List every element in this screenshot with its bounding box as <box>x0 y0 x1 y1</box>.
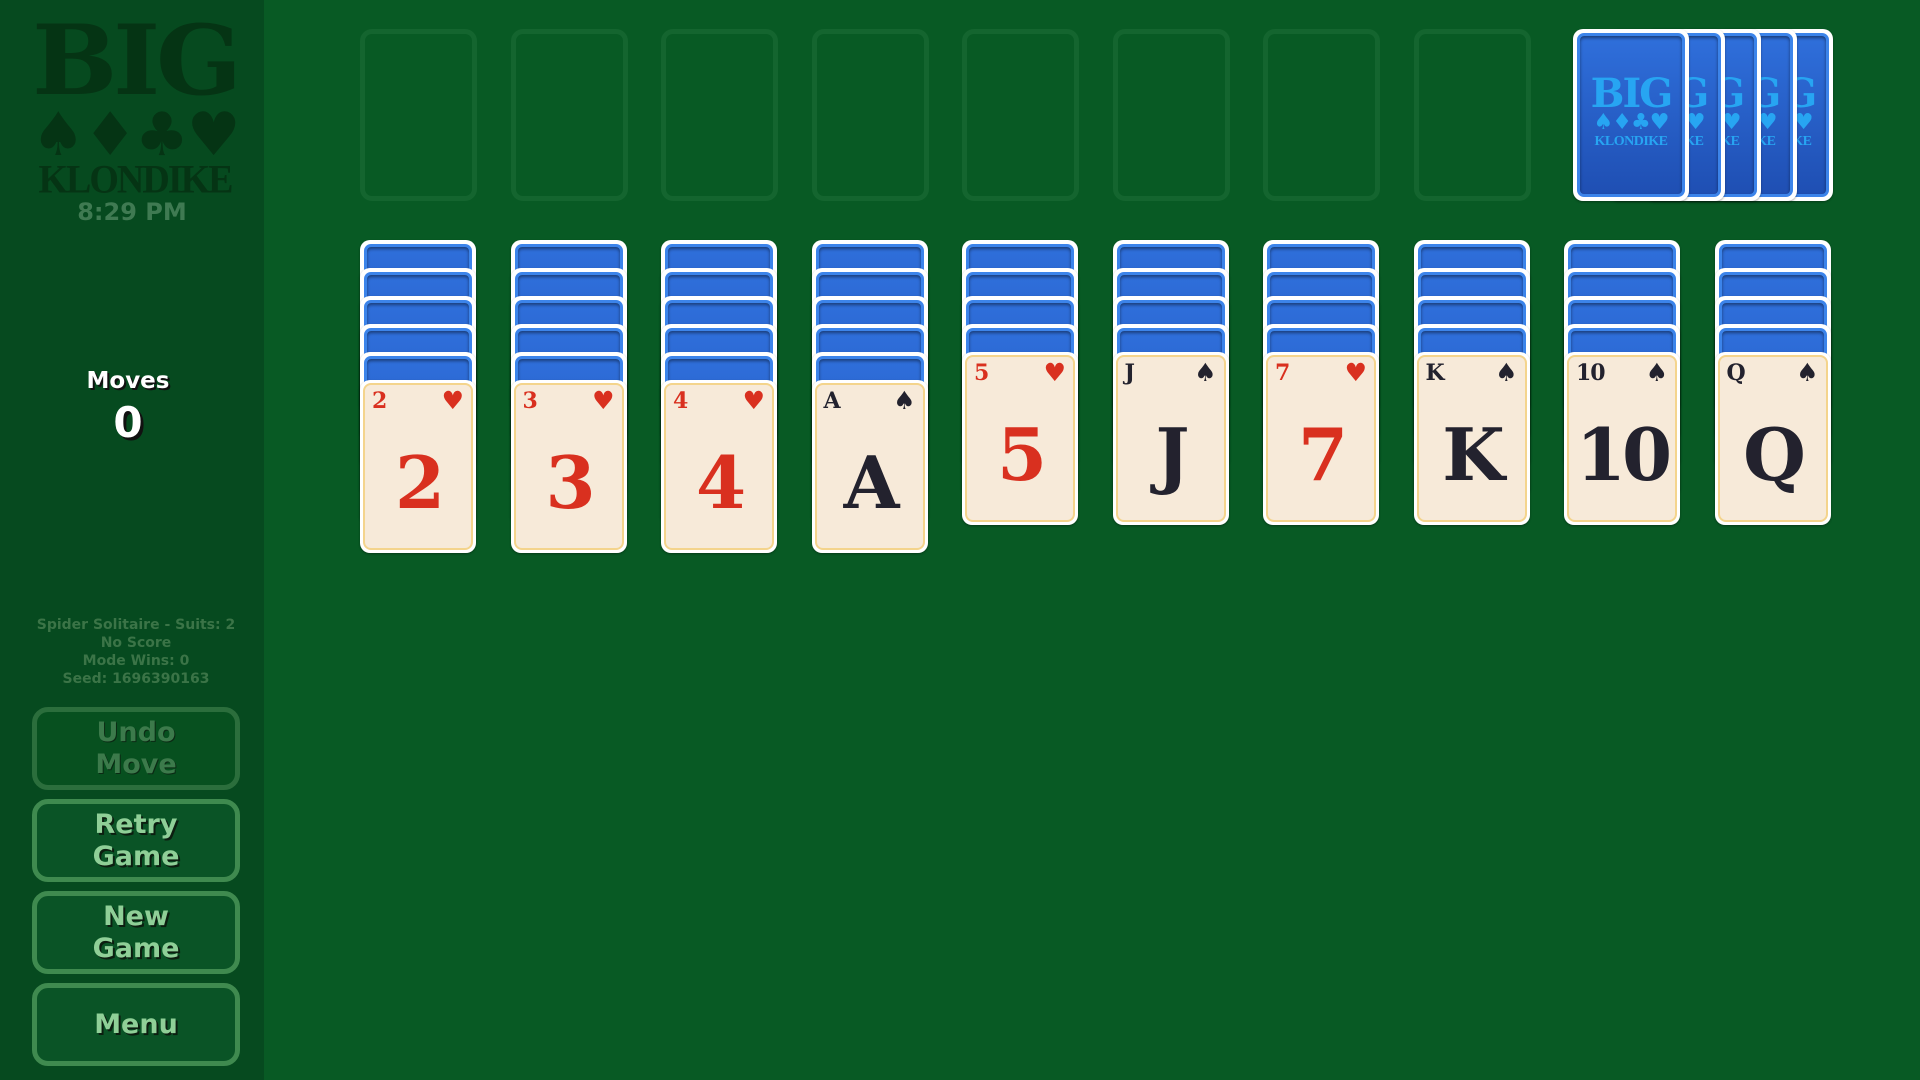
card-face: 3 ♥ 3 <box>513 383 624 550</box>
card-rank-corner: J <box>1124 360 1135 386</box>
card-rank-corner: 4 <box>673 388 688 414</box>
new-game-button[interactable]: New Game <box>32 891 240 974</box>
face-up-card[interactable]: 4 ♥ 4 <box>661 380 777 553</box>
face-up-card[interactable]: Q ♠ Q <box>1714 352 1831 525</box>
face-up-card[interactable]: K ♠ K <box>1413 352 1530 525</box>
score-status: No Score <box>100 635 172 651</box>
retry-game-label: Retry Game <box>92 808 180 872</box>
card-back-suits-icon: ♠♦♣♥ <box>1593 110 1670 135</box>
card-face: 4 ♥ 4 <box>664 383 774 550</box>
card-rank-center: J <box>1155 412 1189 497</box>
menu-button[interactable]: Menu <box>32 983 240 1066</box>
card-rank-corner: 5 <box>974 360 989 386</box>
card-rank-corner: 3 <box>522 388 538 414</box>
stock-card[interactable]: BIG♠♦♣♥KLONDIKE <box>1573 29 1689 201</box>
hearts-suit-icon: ♥ <box>592 386 615 415</box>
foundation-slot <box>1112 29 1230 201</box>
undo-move-label: Undo Move <box>95 716 177 780</box>
foundation-slot <box>360 29 477 201</box>
face-up-card[interactable]: 2 ♥ 2 <box>360 380 476 553</box>
new-game-label: New Game <box>92 900 180 964</box>
card-back-klondike-text: KLONDIKE <box>1594 134 1668 149</box>
sidebar: BIG ♠♦♣♥ KLONDIKE 8:29 PM Moves 0 Spider… <box>0 0 264 1080</box>
hearts-suit-icon: ♥ <box>742 386 765 415</box>
game-mode: Spider Solitaire - Suits: 2 <box>36 617 236 633</box>
card-rank-center: 2 <box>394 440 445 525</box>
logo-klondike-text: KLONDIKE <box>38 157 233 203</box>
card-back-big-text: BIG <box>1590 70 1674 117</box>
card-face: K ♠ K <box>1416 355 1527 522</box>
card-rank-center: A <box>843 440 900 525</box>
card-face: Q ♠ Q <box>1717 355 1828 522</box>
face-up-card[interactable]: 3 ♥ 3 <box>510 380 627 553</box>
face-up-card[interactable]: 10 ♠ 10 <box>1564 352 1680 525</box>
game-info: Spider Solitaire - Suits: 2 No Score Mod… <box>0 616 272 688</box>
face-up-card[interactable]: 5 ♥ 5 <box>962 352 1078 525</box>
card-rank-corner: K <box>1425 360 1445 386</box>
spades-suit-icon: ♠ <box>1194 358 1217 387</box>
clock: 8:29 PM <box>77 198 187 226</box>
foundation-slot <box>1413 29 1531 201</box>
spades-suit-icon: ♠ <box>1495 358 1518 387</box>
foundation-slot <box>962 29 1079 201</box>
seed: Seed: 1696390163 <box>62 671 210 687</box>
spades-suit-icon: ♠ <box>1796 358 1819 387</box>
menu-label: Menu <box>94 1008 178 1040</box>
card-face: 2 ♥ 2 <box>363 383 473 550</box>
card-rank-center: 10 <box>1575 412 1672 497</box>
card-face: J ♠ J <box>1115 355 1226 522</box>
card-face: 7 ♥ 7 <box>1266 355 1376 522</box>
card-rank-center: 7 <box>1297 412 1348 497</box>
foundation-slot <box>661 29 778 201</box>
card-rank-corner: A <box>823 388 841 414</box>
mode-wins: Mode Wins: 0 <box>82 653 190 669</box>
card-face: 5 ♥ 5 <box>965 355 1075 522</box>
card-back-pattern: BIG♠♦♣♥KLONDIKE <box>1577 33 1685 197</box>
moves-label: Moves <box>86 368 170 394</box>
foundation-slot <box>1263 29 1380 201</box>
face-up-card[interactable]: 7 ♥ 7 <box>1263 352 1379 525</box>
face-up-card[interactable]: A ♠ A <box>811 380 928 553</box>
card-face: 10 ♠ 10 <box>1567 355 1677 522</box>
card-rank-corner: 10 <box>1576 360 1606 386</box>
logo-big-text: BIG <box>32 4 242 117</box>
card-rank-center: K <box>1442 412 1505 497</box>
card-rank-center: Q <box>1743 412 1806 497</box>
foundation-slot <box>510 29 628 201</box>
card-rank-center: 4 <box>695 440 746 525</box>
game-logo: BIG ♠♦♣♥ KLONDIKE <box>20 13 250 203</box>
face-up-card[interactable]: J ♠ J <box>1112 352 1229 525</box>
card-rank-corner: 7 <box>1275 360 1290 386</box>
card-face: A ♠ A <box>814 383 925 550</box>
card-rank-center: 5 <box>996 412 1047 497</box>
card-rank-corner: 2 <box>372 388 387 414</box>
spades-suit-icon: ♠ <box>893 386 916 415</box>
hearts-suit-icon: ♥ <box>441 386 464 415</box>
retry-game-button[interactable]: Retry Game <box>32 799 240 882</box>
card-rank-corner: Q <box>1726 360 1746 386</box>
foundation-slot <box>811 29 929 201</box>
card-back-logo: BIG♠♦♣♥KLONDIKE <box>1580 70 1682 150</box>
card-rank-center: 3 <box>545 440 595 525</box>
moves-counter: 0 <box>113 398 143 447</box>
hearts-suit-icon: ♥ <box>1344 358 1367 387</box>
spades-suit-icon: ♠ <box>1645 358 1668 387</box>
undo-move-button[interactable]: Undo Move <box>32 707 240 790</box>
hearts-suit-icon: ♥ <box>1043 358 1066 387</box>
